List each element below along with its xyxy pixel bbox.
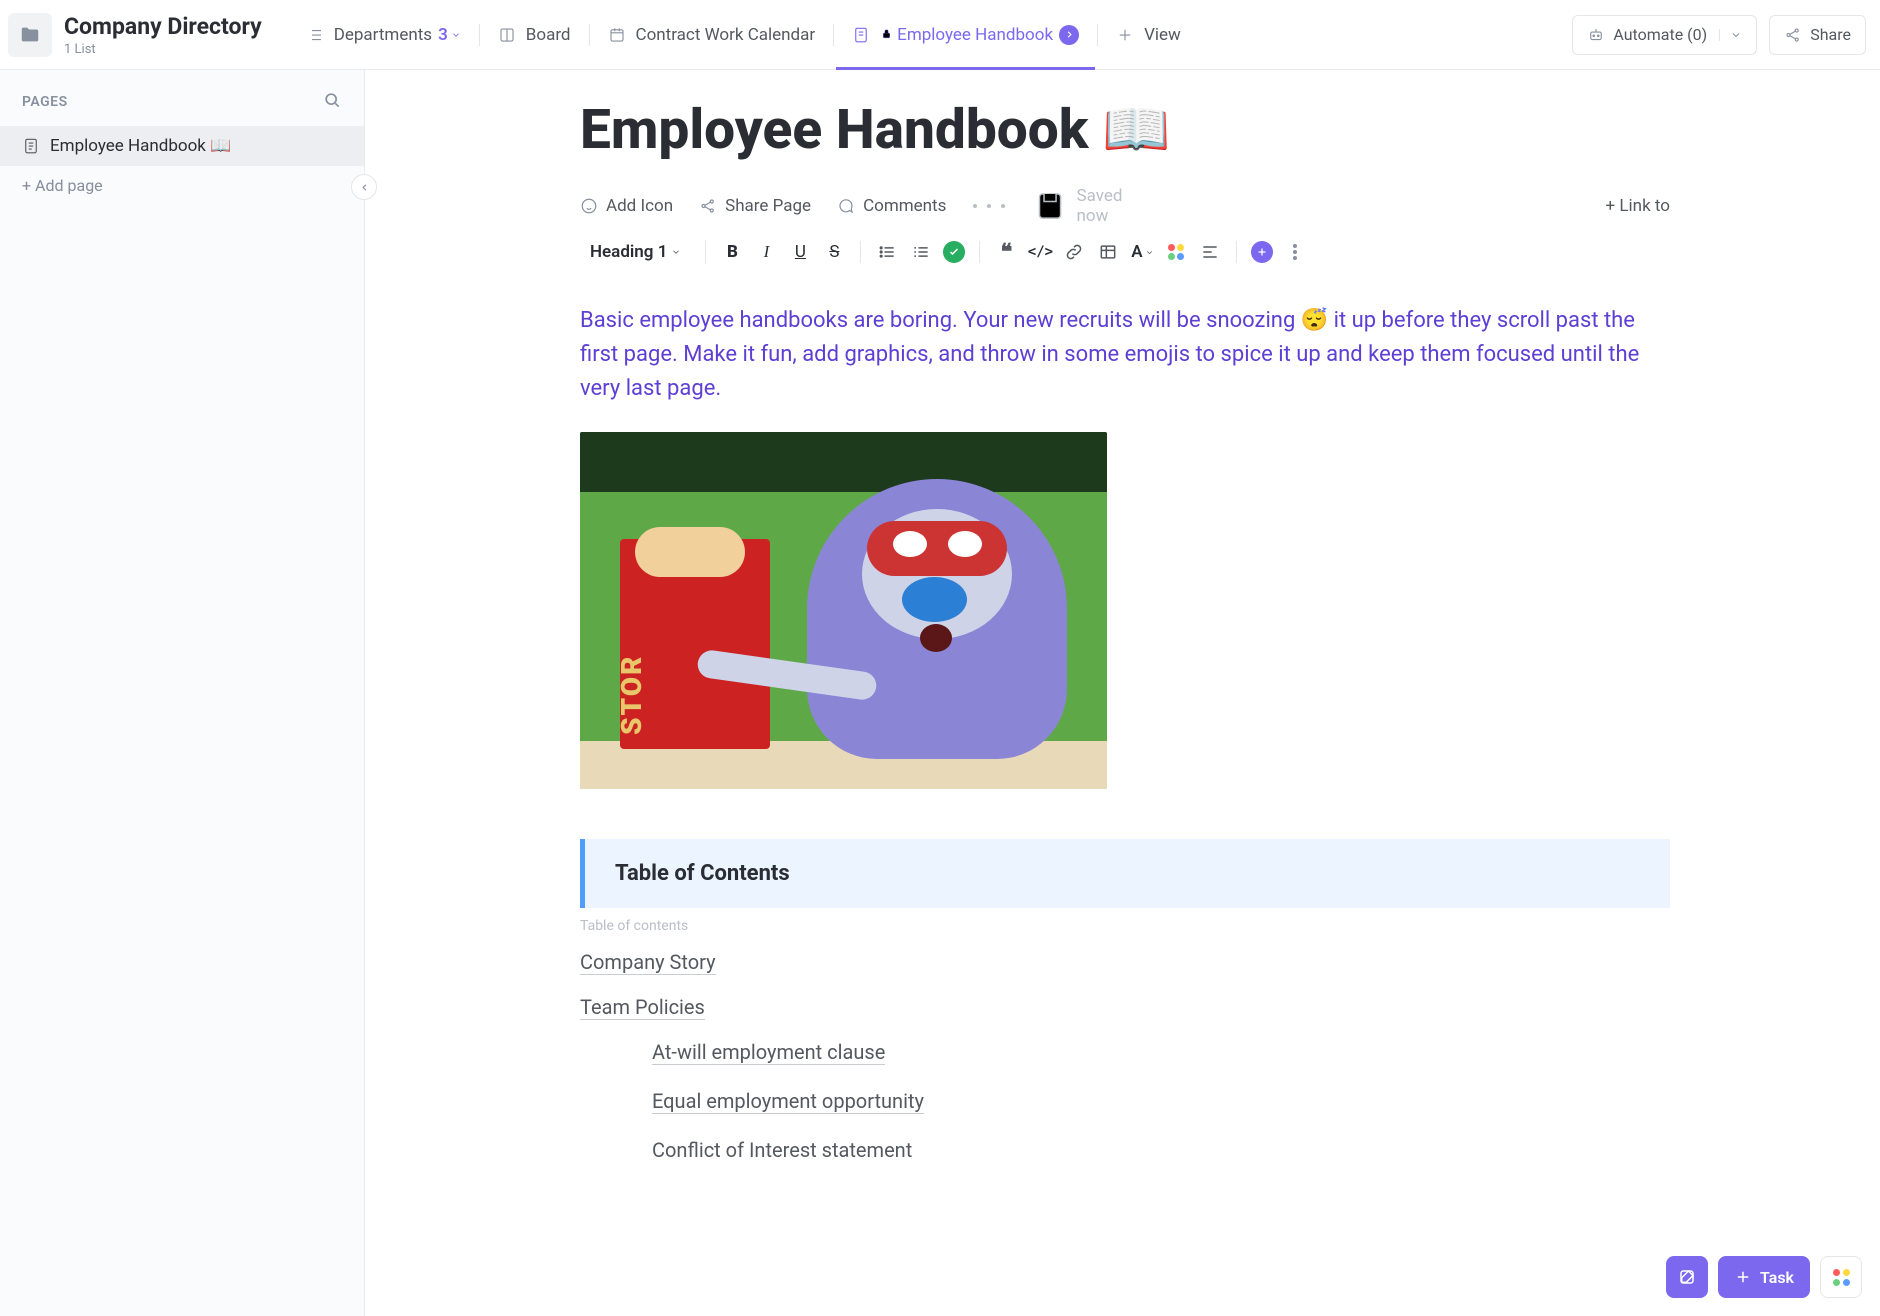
new-note-button[interactable]	[1666, 1256, 1708, 1298]
document-icon	[22, 137, 40, 155]
embedded-image[interactable]	[580, 432, 1107, 789]
toc-item[interactable]: Team Policies	[580, 995, 705, 1020]
workspace-subtitle: 1 List	[64, 42, 262, 57]
folder-icon[interactable]	[8, 13, 52, 57]
topbar: Company Directory 1 List Departments 3 B…	[0, 0, 1880, 70]
automate-label: Automate	[1613, 25, 1683, 44]
checklist-button[interactable]	[943, 241, 965, 263]
tab-count: 3	[438, 25, 448, 45]
save-status: Saved now	[1032, 186, 1122, 226]
doc: Employee Handbook 📖 Add Icon Share Page …	[580, 98, 1670, 1186]
robot-icon	[1587, 26, 1605, 44]
code-block-button[interactable]: </>	[1028, 240, 1052, 264]
share-page-button[interactable]: Share Page	[699, 196, 811, 216]
divider	[833, 24, 834, 46]
toc-sublabel: Table of contents	[580, 918, 1670, 934]
tab-label: Departments	[334, 25, 432, 45]
insert-button[interactable]	[1251, 241, 1273, 263]
intro-paragraph[interactable]: Basic employee handbooks are boring. You…	[580, 304, 1670, 406]
pages-label: PAGES	[22, 94, 68, 110]
pages-header: PAGES	[0, 70, 364, 126]
collapse-sidebar-button[interactable]	[351, 174, 377, 200]
apps-button[interactable]	[1820, 1256, 1862, 1298]
toc-callout: Table of Contents	[580, 839, 1670, 908]
toc-item[interactable]: Company Story	[580, 950, 716, 975]
doc-title[interactable]: Employee Handbook 📖	[580, 98, 1670, 162]
share-button[interactable]: Share	[1769, 15, 1866, 55]
heading-label: Heading 1	[590, 242, 667, 262]
tab-label: View	[1144, 25, 1181, 45]
toc-subitem[interactable]: Conflict of Interest statement	[652, 1138, 912, 1162]
comments-button[interactable]: Comments	[837, 196, 946, 216]
toc-list: Company Story Team Policies At-will empl…	[580, 950, 1670, 1186]
search-icon[interactable]	[322, 90, 342, 114]
align-button[interactable]	[1198, 240, 1222, 264]
table-button[interactable]	[1096, 240, 1120, 264]
save-status-label: Saved now	[1076, 186, 1122, 226]
bold-button[interactable]: B	[720, 240, 744, 264]
doc-icon	[852, 26, 870, 44]
tab-label: Board	[526, 25, 571, 45]
automate-button[interactable]: Automate (0)	[1572, 15, 1757, 55]
divider	[1097, 24, 1098, 46]
text-color-button[interactable]: A	[1130, 240, 1154, 264]
tab-label: Employee Handbook	[897, 25, 1053, 45]
workspace-title: Company Directory	[64, 13, 262, 40]
tab-departments[interactable]: Departments 3	[290, 0, 477, 69]
link-to-button[interactable]: + Link to	[1606, 196, 1670, 216]
share-page-label: Share Page	[725, 196, 811, 216]
more-formatting-button[interactable]	[1283, 240, 1307, 264]
tab-employee-handbook[interactable]: Employee Handbook	[836, 0, 1095, 69]
tab-contract-calendar[interactable]: Contract Work Calendar	[592, 0, 832, 69]
caret-down-icon	[448, 25, 461, 45]
more-options-button[interactable]	[972, 204, 1006, 208]
calendar-icon	[608, 26, 626, 44]
italic-button[interactable]: I	[754, 240, 778, 264]
topbar-actions: Automate (0) Share	[1572, 15, 1866, 55]
plus-icon	[1116, 26, 1134, 44]
strikethrough-button[interactable]: S	[822, 240, 846, 264]
formatting-toolbar: Heading 1 B I U S ❝ </> A	[580, 240, 1670, 264]
doc-actions-bar: Add Icon Share Page Comments Saved now +…	[580, 186, 1670, 226]
add-icon-button[interactable]: Add Icon	[580, 196, 673, 216]
comments-label: Comments	[863, 196, 946, 216]
caret-down-icon[interactable]	[1719, 29, 1742, 41]
tab-board[interactable]: Board	[482, 0, 587, 69]
add-page-button[interactable]: + Add page	[0, 166, 364, 205]
lock-icon	[880, 25, 897, 45]
body: PAGES Employee Handbook 📖 + Add page Emp…	[0, 70, 1880, 1316]
add-icon-label: Add Icon	[606, 196, 673, 216]
view-tabs: Departments 3 Board Contract Work Calend…	[290, 0, 1573, 69]
new-task-button[interactable]: Task	[1718, 1256, 1810, 1298]
share-label: Share	[1810, 25, 1851, 44]
tab-label: Contract Work Calendar	[636, 25, 816, 45]
main: Employee Handbook 📖 Add Icon Share Page …	[365, 70, 1880, 1316]
divider	[479, 24, 480, 46]
task-label: Task	[1760, 1268, 1794, 1287]
page-item-label: Employee Handbook 📖	[50, 136, 231, 156]
board-icon	[498, 26, 516, 44]
list-icon	[306, 26, 324, 44]
blockquote-button[interactable]: ❝	[994, 240, 1018, 264]
toc-title: Table of Contents	[615, 861, 1640, 886]
divider	[589, 24, 590, 46]
underline-button[interactable]: U	[788, 240, 812, 264]
app-blocks-button[interactable]	[1164, 240, 1188, 264]
numbered-list-button[interactable]	[909, 240, 933, 264]
floating-actions: Task	[1666, 1256, 1862, 1298]
sidebar: PAGES Employee Handbook 📖 + Add page	[0, 70, 365, 1316]
bullet-list-button[interactable]	[875, 240, 899, 264]
toc-subitem[interactable]: At-will employment clause	[652, 1040, 885, 1065]
title-block: Company Directory 1 List	[64, 13, 262, 57]
automate-count: (0)	[1687, 25, 1707, 44]
toc-subitem[interactable]: Equal employment opportunity	[652, 1089, 924, 1114]
arrow-right-icon	[1059, 25, 1079, 45]
link-button[interactable]	[1062, 240, 1086, 264]
tab-add-view[interactable]: View	[1100, 0, 1197, 69]
sidebar-page-item[interactable]: Employee Handbook 📖	[0, 126, 364, 166]
share-icon	[1784, 26, 1802, 44]
heading-select[interactable]: Heading 1	[580, 242, 691, 262]
